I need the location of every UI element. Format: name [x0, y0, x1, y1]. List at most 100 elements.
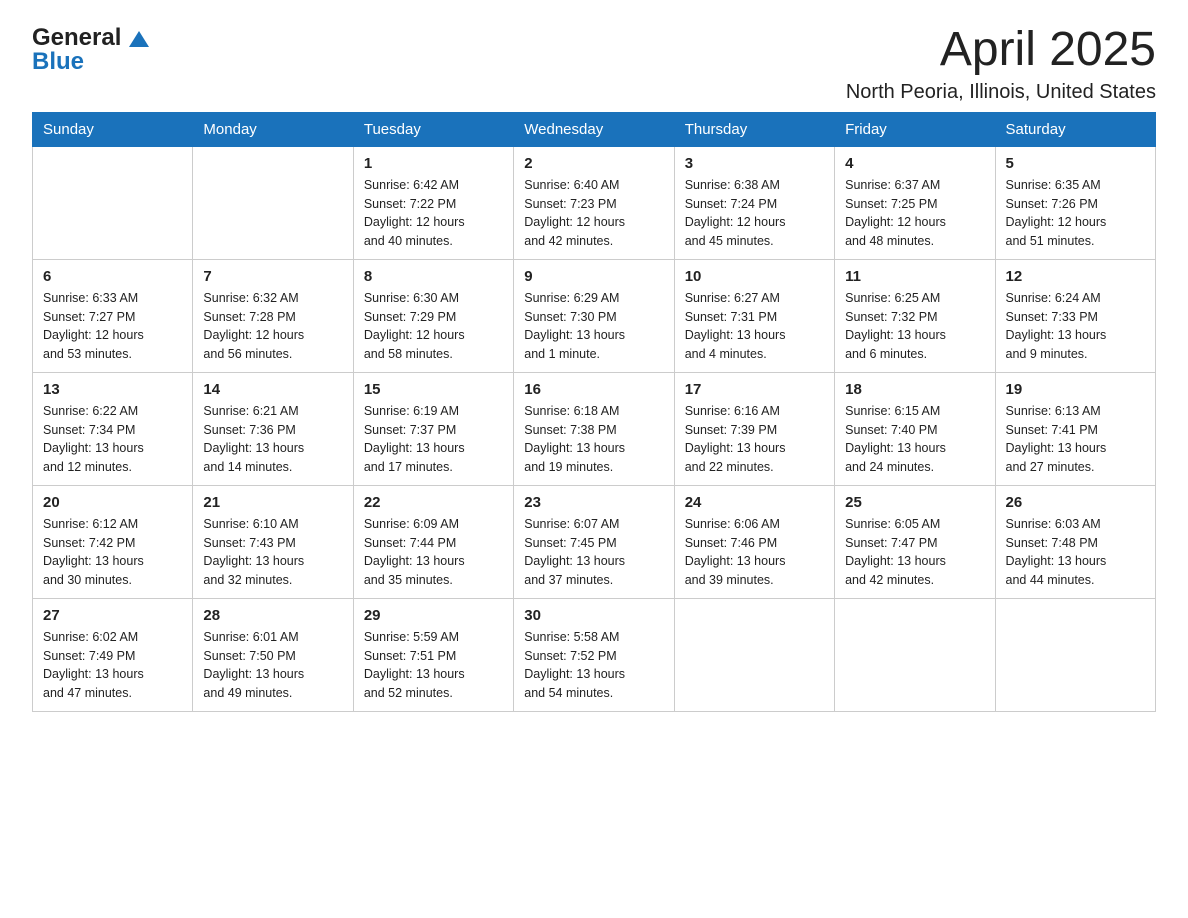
calendar-header-friday: Friday [835, 112, 995, 146]
day-info: Sunrise: 6:27 AMSunset: 7:31 PMDaylight:… [685, 289, 824, 364]
day-number: 2 [524, 155, 663, 172]
day-info: Sunrise: 6:37 AMSunset: 7:25 PMDaylight:… [845, 176, 984, 251]
day-number: 18 [845, 381, 984, 398]
month-title: April 2025 [846, 24, 1156, 77]
day-number: 17 [685, 381, 824, 398]
day-info: Sunrise: 6:09 AMSunset: 7:44 PMDaylight:… [364, 515, 503, 590]
calendar-cell: 2 Sunrise: 6:40 AMSunset: 7:23 PMDaylight… [514, 146, 674, 259]
day-number: 24 [685, 494, 824, 511]
day-number: 11 [845, 268, 984, 285]
calendar-cell: 8 Sunrise: 6:30 AMSunset: 7:29 PMDaylight… [353, 259, 513, 372]
day-info: Sunrise: 6:21 AMSunset: 7:36 PMDaylight:… [203, 402, 342, 477]
day-info: Sunrise: 6:25 AMSunset: 7:32 PMDaylight:… [845, 289, 984, 364]
day-number: 23 [524, 494, 663, 511]
day-info: Sunrise: 6:42 AMSunset: 7:22 PMDaylight:… [364, 176, 503, 251]
calendar-week-row: 13Sunrise: 6:22 AMSunset: 7:34 PMDayligh… [33, 372, 1156, 485]
calendar-cell: 23 Sunrise: 6:07 AMSunset: 7:45 PMDayligh… [514, 485, 674, 598]
calendar-cell: 14 Sunrise: 6:21 AMSunset: 7:36 PMDayligh… [193, 372, 353, 485]
day-info: Sunrise: 5:59 AMSunset: 7:51 PMDaylight:… [364, 628, 503, 703]
day-number: 26 [1006, 494, 1145, 511]
calendar-header-thursday: Thursday [674, 112, 834, 146]
day-number: 5 [1006, 155, 1145, 172]
day-number: 7 [203, 268, 342, 285]
calendar-header-wednesday: Wednesday [514, 112, 674, 146]
day-info: Sunrise: 6:01 AMSunset: 7:50 PMDaylight:… [203, 628, 342, 703]
calendar-cell: 11 Sunrise: 6:25 AMSunset: 7:32 PMDayligh… [835, 259, 995, 372]
calendar-cell: 5 Sunrise: 6:35 AMSunset: 7:26 PMDaylight… [995, 146, 1155, 259]
calendar-week-row: 27Sunrise: 6:02 AMSunset: 7:49 PMDayligh… [33, 598, 1156, 711]
day-info: Sunrise: 6:18 AMSunset: 7:38 PMDaylight:… [524, 402, 663, 477]
calendar-cell: 29 Sunrise: 5:59 AMSunset: 7:51 PMDayligh… [353, 598, 513, 711]
calendar-cell: 7Sunrise: 6:32 AMSunset: 7:28 PMDaylight… [193, 259, 353, 372]
page-header: General Blue April 2025 North Peoria, Il… [32, 24, 1156, 104]
day-info: Sunrise: 6:05 AMSunset: 7:47 PMDaylight:… [845, 515, 984, 590]
logo: General Blue [32, 24, 149, 76]
calendar-header-row: SundayMondayTuesdayWednesdayThursdayFrid… [33, 112, 1156, 146]
day-number: 21 [203, 494, 342, 511]
calendar-cell [33, 146, 193, 259]
calendar-header-saturday: Saturday [995, 112, 1155, 146]
day-number: 10 [685, 268, 824, 285]
day-number: 16 [524, 381, 663, 398]
calendar-cell: 26 Sunrise: 6:03 AMSunset: 7:48 PMDayligh… [995, 485, 1155, 598]
day-info: Sunrise: 6:35 AMSunset: 7:26 PMDaylight:… [1006, 176, 1145, 251]
day-number: 29 [364, 607, 503, 624]
day-number: 3 [685, 155, 824, 172]
day-number: 20 [43, 494, 182, 511]
calendar-cell: 28 Sunrise: 6:01 AMSunset: 7:50 PMDayligh… [193, 598, 353, 711]
day-info: Sunrise: 6:19 AMSunset: 7:37 PMDaylight:… [364, 402, 503, 477]
calendar-cell: 1Sunrise: 6:42 AMSunset: 7:22 PMDaylight… [353, 146, 513, 259]
calendar-week-row: 20 Sunrise: 6:12 AMSunset: 7:42 PMDayligh… [33, 485, 1156, 598]
day-number: 12 [1006, 268, 1145, 285]
calendar-cell: 24Sunrise: 6:06 AMSunset: 7:46 PMDayligh… [674, 485, 834, 598]
calendar-cell: 16 Sunrise: 6:18 AMSunset: 7:38 PMDayligh… [514, 372, 674, 485]
title-area: April 2025 North Peoria, Illinois, Unite… [846, 24, 1156, 104]
calendar-cell: 19Sunrise: 6:13 AMSunset: 7:41 PMDayligh… [995, 372, 1155, 485]
calendar-header-tuesday: Tuesday [353, 112, 513, 146]
calendar-cell: 27Sunrise: 6:02 AMSunset: 7:49 PMDayligh… [33, 598, 193, 711]
day-info: Sunrise: 6:24 AMSunset: 7:33 PMDaylight:… [1006, 289, 1145, 364]
day-number: 4 [845, 155, 984, 172]
calendar-cell: 10 Sunrise: 6:27 AMSunset: 7:31 PMDayligh… [674, 259, 834, 372]
day-number: 28 [203, 607, 342, 624]
day-number: 6 [43, 268, 182, 285]
day-info: Sunrise: 6:07 AMSunset: 7:45 PMDaylight:… [524, 515, 663, 590]
calendar-cell: 17 Sunrise: 6:16 AMSunset: 7:39 PMDayligh… [674, 372, 834, 485]
calendar-header-sunday: Sunday [33, 112, 193, 146]
day-info: Sunrise: 6:29 AMSunset: 7:30 PMDaylight:… [524, 289, 663, 364]
day-number: 13 [43, 381, 182, 398]
logo-blue-text: Blue [32, 48, 84, 76]
calendar-cell [835, 598, 995, 711]
calendar-cell: 30 Sunrise: 5:58 AMSunset: 7:52 PMDayligh… [514, 598, 674, 711]
calendar-cell: 25 Sunrise: 6:05 AMSunset: 7:47 PMDayligh… [835, 485, 995, 598]
calendar-cell: 12 Sunrise: 6:24 AMSunset: 7:33 PMDayligh… [995, 259, 1155, 372]
calendar-cell: 20 Sunrise: 6:12 AMSunset: 7:42 PMDayligh… [33, 485, 193, 598]
calendar-week-row: 1Sunrise: 6:42 AMSunset: 7:22 PMDaylight… [33, 146, 1156, 259]
day-info: Sunrise: 6:15 AMSunset: 7:40 PMDaylight:… [845, 402, 984, 477]
calendar-week-row: 6Sunrise: 6:33 AMSunset: 7:27 PMDaylight… [33, 259, 1156, 372]
day-info: Sunrise: 6:03 AMSunset: 7:48 PMDaylight:… [1006, 515, 1145, 590]
calendar-cell: 18 Sunrise: 6:15 AMSunset: 7:40 PMDayligh… [835, 372, 995, 485]
day-number: 14 [203, 381, 342, 398]
logo-triangle-icon [129, 29, 149, 49]
calendar-cell [674, 598, 834, 711]
day-number: 22 [364, 494, 503, 511]
day-number: 27 [43, 607, 182, 624]
day-info: Sunrise: 6:40 AMSunset: 7:23 PMDaylight:… [524, 176, 663, 251]
calendar-cell: 15Sunrise: 6:19 AMSunset: 7:37 PMDayligh… [353, 372, 513, 485]
day-info: Sunrise: 6:12 AMSunset: 7:42 PMDaylight:… [43, 515, 182, 590]
day-number: 9 [524, 268, 663, 285]
calendar-cell: 13Sunrise: 6:22 AMSunset: 7:34 PMDayligh… [33, 372, 193, 485]
day-info: Sunrise: 6:30 AMSunset: 7:29 PMDaylight:… [364, 289, 503, 364]
day-number: 25 [845, 494, 984, 511]
day-number: 30 [524, 607, 663, 624]
day-info: Sunrise: 6:38 AMSunset: 7:24 PMDaylight:… [685, 176, 824, 251]
day-number: 8 [364, 268, 503, 285]
day-info: Sunrise: 5:58 AMSunset: 7:52 PMDaylight:… [524, 628, 663, 703]
day-number: 19 [1006, 381, 1145, 398]
location-title: North Peoria, Illinois, United States [846, 81, 1156, 104]
day-info: Sunrise: 6:16 AMSunset: 7:39 PMDaylight:… [685, 402, 824, 477]
calendar-table: SundayMondayTuesdayWednesdayThursdayFrid… [32, 112, 1156, 712]
calendar-cell [995, 598, 1155, 711]
calendar-cell: 9 Sunrise: 6:29 AMSunset: 7:30 PMDaylight… [514, 259, 674, 372]
